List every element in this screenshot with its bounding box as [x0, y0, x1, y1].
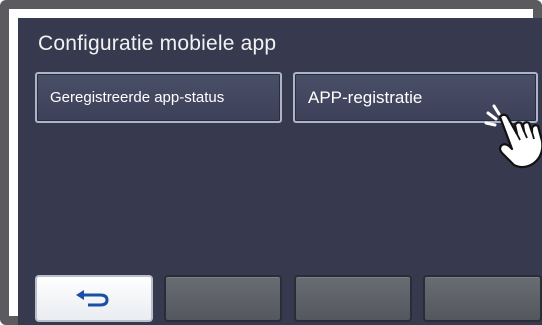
blank-soft-button-2[interactable]: [294, 275, 412, 322]
back-button[interactable]: [35, 275, 153, 322]
device-frame: Configuratie mobiele app Geregistreerde …: [0, 0, 542, 325]
registered-app-status-button[interactable]: Geregistreerde app-status: [35, 72, 282, 123]
blank-soft-button-1[interactable]: [164, 275, 282, 322]
blank-soft-button-3[interactable]: [423, 275, 542, 322]
page-title: Configuratie mobiele app: [38, 32, 277, 55]
pointing-hand-icon: [484, 104, 542, 169]
app-screen: Configuratie mobiele app Geregistreerde …: [18, 18, 542, 325]
return-arrow-icon: [76, 289, 109, 306]
